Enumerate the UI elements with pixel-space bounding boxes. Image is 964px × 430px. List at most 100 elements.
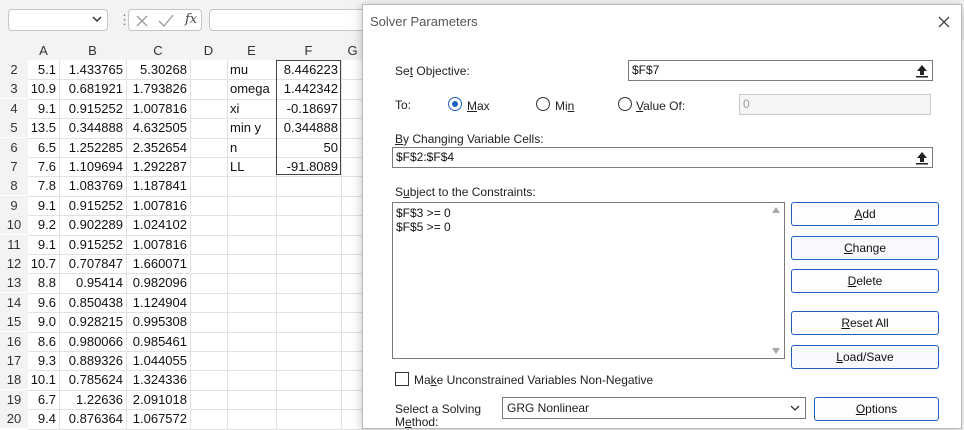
cell-a[interactable]: 13.5 xyxy=(28,118,56,137)
cell-e[interactable] xyxy=(230,254,276,273)
cell-a[interactable]: 6.5 xyxy=(28,138,56,157)
cell-a[interactable]: 10.7 xyxy=(28,254,56,273)
column-header-b[interactable]: B xyxy=(59,40,126,60)
column-header-d[interactable]: D xyxy=(190,40,227,60)
row-header[interactable]: 19 xyxy=(0,390,28,409)
cell-e[interactable] xyxy=(230,332,276,351)
cell-e[interactable] xyxy=(230,409,276,428)
value-of-radio[interactable] xyxy=(618,97,632,111)
cell-e[interactable] xyxy=(230,351,276,370)
cell-c[interactable]: 2.352654 xyxy=(126,138,187,157)
close-icon[interactable] xyxy=(933,11,955,33)
cell-b[interactable]: 0.681921 xyxy=(59,79,123,98)
cell-b[interactable]: 0.344888 xyxy=(59,118,123,137)
cell-e[interactable] xyxy=(230,312,276,331)
cell-f[interactable] xyxy=(276,332,338,351)
add-button[interactable]: Add xyxy=(791,202,939,226)
cell-a[interactable]: 9.1 xyxy=(28,99,56,118)
cell-a[interactable]: 9.4 xyxy=(28,409,56,428)
reset-all-button[interactable]: Reset All xyxy=(791,311,939,335)
cell-e[interactable] xyxy=(230,176,276,195)
cell-c[interactable]: 1.660071 xyxy=(126,254,187,273)
cell-a[interactable]: 9.3 xyxy=(28,351,56,370)
cell-e[interactable] xyxy=(230,273,276,292)
cell-f[interactable] xyxy=(276,370,338,389)
cell-e[interactable] xyxy=(230,235,276,254)
cell-a[interactable]: 9.1 xyxy=(28,196,56,215)
cell-f[interactable] xyxy=(276,254,338,273)
constraint-item[interactable]: $F$3 >= 0 xyxy=(396,206,451,220)
options-button[interactable]: Options xyxy=(814,397,939,421)
constraints-list[interactable]: $F$3 >= 0 $F$5 >= 0 xyxy=(392,202,785,359)
cell-e[interactable] xyxy=(230,196,276,215)
cell-e[interactable]: n xyxy=(230,138,276,157)
cell-f[interactable] xyxy=(276,273,338,292)
row-header[interactable]: 3 xyxy=(0,79,28,98)
row-header[interactable]: 9 xyxy=(0,196,28,215)
cell-c[interactable]: 1.793826 xyxy=(126,79,187,98)
changing-cells-input[interactable]: $F$2:$F$4 xyxy=(392,147,933,168)
constraints-scrollbar[interactable] xyxy=(768,203,784,358)
cell-c[interactable]: 1.044055 xyxy=(126,351,187,370)
chevron-down-icon[interactable] xyxy=(789,402,801,414)
cell-e[interactable]: mu xyxy=(230,60,276,79)
cell-a[interactable]: 7.8 xyxy=(28,176,56,195)
cell-b[interactable]: 1.252285 xyxy=(59,138,123,157)
cell-c[interactable]: 2.091018 xyxy=(126,390,187,409)
row-header[interactable]: 18 xyxy=(0,370,28,389)
row-header[interactable]: 7 xyxy=(0,157,28,176)
delete-button[interactable]: Delete xyxy=(791,269,939,293)
cell-b[interactable]: 0.928215 xyxy=(59,312,123,331)
cell-a[interactable]: 9.1 xyxy=(28,235,56,254)
scroll-down-icon[interactable] xyxy=(772,348,780,354)
row-header[interactable]: 20 xyxy=(0,409,28,428)
cell-c[interactable]: 1.024102 xyxy=(126,215,187,234)
row-header[interactable]: 16 xyxy=(0,332,28,351)
solving-method-select[interactable]: GRG Nonlinear xyxy=(502,397,806,419)
make-nonnegative-checkbox[interactable] xyxy=(395,372,409,386)
cell-c[interactable]: 1.007816 xyxy=(126,235,187,254)
cell-a[interactable]: 5.1 xyxy=(28,60,56,79)
cell-b[interactable]: 0.902289 xyxy=(59,215,123,234)
cell-b[interactable]: 1.22636 xyxy=(59,390,123,409)
cell-a[interactable]: 7.6 xyxy=(28,157,56,176)
row-header[interactable]: 10 xyxy=(0,215,28,234)
cell-b[interactable]: 0.980066 xyxy=(59,332,123,351)
column-header-g[interactable]: G xyxy=(341,40,364,60)
cell-e[interactable]: omega xyxy=(230,79,276,98)
cell-b[interactable]: 0.915252 xyxy=(59,99,123,118)
row-header[interactable]: 5 xyxy=(0,118,28,137)
column-header-f[interactable]: F xyxy=(276,40,341,60)
column-header-a[interactable]: A xyxy=(28,40,59,60)
column-header-c[interactable]: C xyxy=(126,40,190,60)
column-header-e[interactable]: E xyxy=(227,40,276,60)
cell-e[interactable] xyxy=(230,370,276,389)
cell-b[interactable]: 0.707847 xyxy=(59,254,123,273)
cell-a[interactable]: 9.2 xyxy=(28,215,56,234)
row-header[interactable]: 4 xyxy=(0,99,28,118)
cell-f[interactable] xyxy=(276,312,338,331)
cell-a[interactable]: 10.1 xyxy=(28,370,56,389)
row-header[interactable]: 2 xyxy=(0,60,28,79)
row-header[interactable]: 13 xyxy=(0,273,28,292)
cell-c[interactable]: 1.324336 xyxy=(126,370,187,389)
cell-e[interactable] xyxy=(230,293,276,312)
cell-c[interactable]: 5.30268 xyxy=(126,60,187,79)
cell-e[interactable]: LL xyxy=(230,157,276,176)
row-header[interactable]: 17 xyxy=(0,351,28,370)
cancel-icon[interactable] xyxy=(135,14,149,28)
collapse-dialog-icon[interactable] xyxy=(914,63,930,78)
cell-e[interactable] xyxy=(230,215,276,234)
cell-c[interactable]: 1.007816 xyxy=(126,196,187,215)
cell-c[interactable]: 0.982096 xyxy=(126,273,187,292)
dialog-title-bar[interactable]: Solver Parameters xyxy=(363,5,961,37)
cell-f[interactable] xyxy=(276,390,338,409)
cell-b[interactable]: 1.109694 xyxy=(59,157,123,176)
cell-e[interactable]: min y xyxy=(230,118,276,137)
cell-e[interactable]: xi xyxy=(230,99,276,118)
constraint-item[interactable]: $F$5 >= 0 xyxy=(396,220,451,234)
cell-e[interactable] xyxy=(230,390,276,409)
cell-c[interactable]: 1.067572 xyxy=(126,409,187,428)
cell-c[interactable]: 1.187841 xyxy=(126,176,187,195)
cell-f[interactable] xyxy=(276,176,338,195)
